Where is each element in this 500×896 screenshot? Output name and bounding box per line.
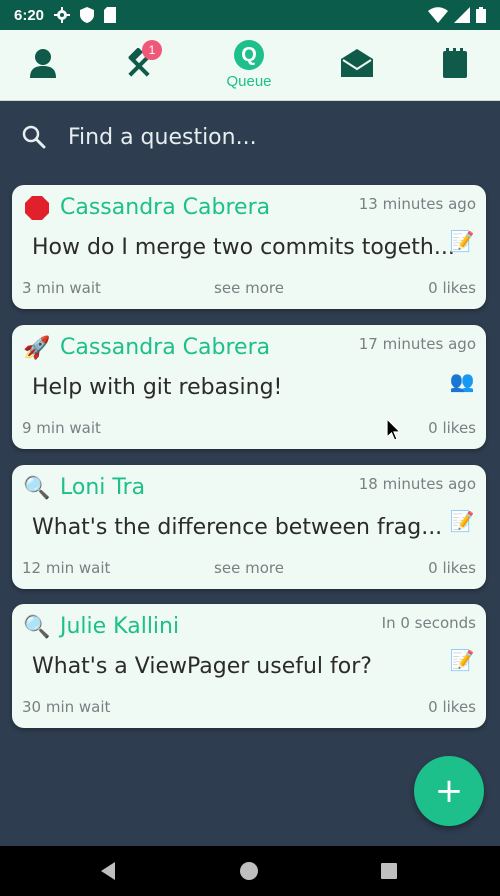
mouse-cursor-icon: [386, 417, 402, 446]
recents-square-icon: [381, 863, 397, 879]
tab-inbox[interactable]: [332, 30, 382, 100]
question-card[interactable]: 🚀 Cassandra Cabrera 17 minutes ago Help …: [12, 325, 486, 449]
cell-signal-icon: [454, 7, 470, 23]
shield-icon: [80, 7, 95, 23]
question-card[interactable]: 🔍 Julie Kallini In 0 seconds What's a Vi…: [12, 604, 486, 728]
queue-logo: Q: [234, 40, 264, 70]
likes-count: 0 likes: [428, 279, 476, 297]
see-more-link[interactable]: see more: [12, 279, 486, 297]
stop-sign-icon: [24, 195, 50, 221]
envelope-open-icon: [341, 49, 373, 81]
student-name: Cassandra Cabrera: [60, 195, 271, 220]
magnifier-icon: 🔍: [23, 475, 51, 501]
search-icon[interactable]: [22, 125, 46, 149]
question-time: 13 minutes ago: [358, 195, 476, 213]
back-triangle-icon: [101, 862, 115, 880]
question-text: How do I merge two commits togeth...: [32, 235, 455, 260]
memo-icon: 📝: [449, 509, 475, 533]
wait-time: 9 min wait: [22, 419, 101, 437]
tab-queue-label: Queue: [226, 73, 272, 90]
settings-gear-icon: [54, 7, 71, 23]
student-name: Loni Tra: [60, 475, 146, 500]
add-question-button[interactable]: +: [414, 756, 484, 826]
tab-bar: 1 Q Queue: [0, 30, 500, 101]
notepad-icon: [443, 48, 467, 82]
student-name: Julie Kallini: [60, 614, 180, 639]
student-name: Cassandra Cabrera: [60, 335, 271, 360]
see-more-link[interactable]: see more: [12, 559, 486, 577]
search-input[interactable]: [68, 124, 468, 150]
battery-icon: [476, 7, 486, 23]
memo-icon: 📝: [449, 229, 475, 253]
tab-profile[interactable]: [18, 30, 68, 100]
tab-tools[interactable]: 1: [112, 30, 168, 100]
home-button[interactable]: [224, 846, 274, 896]
sd-card-icon: [104, 7, 117, 23]
wait-time: 30 min wait: [22, 698, 111, 716]
likes-count: 0 likes: [428, 559, 476, 577]
system-nav-bar: [0, 846, 500, 896]
home-circle-icon: [240, 862, 258, 880]
people-icon: 👥: [449, 369, 475, 393]
question-text: Help with git rebasing!: [32, 375, 283, 400]
question-time: 17 minutes ago: [358, 335, 476, 353]
memo-icon: 📝: [449, 648, 475, 672]
person-icon: [29, 48, 57, 82]
notification-badge: 1: [142, 40, 162, 60]
status-time: 6:20: [14, 6, 45, 24]
question-text: What's a ViewPager useful for?: [32, 654, 372, 679]
magnifier-icon: 🔍: [23, 614, 51, 640]
back-button[interactable]: [84, 846, 134, 896]
search-bar: [0, 101, 500, 173]
question-time: 18 minutes ago: [358, 475, 476, 493]
question-card[interactable]: Cassandra Cabrera 13 minutes ago How do …: [12, 185, 486, 309]
tab-queue[interactable]: Q Queue: [214, 30, 284, 100]
question-text: What's the difference between frag...: [32, 515, 443, 540]
rocket-icon: 🚀: [23, 335, 51, 361]
question-time: In 0 seconds: [381, 614, 476, 632]
recents-button[interactable]: [364, 846, 414, 896]
likes-count: 0 likes: [428, 698, 476, 716]
tab-notes[interactable]: [430, 30, 480, 100]
likes-count: 0 likes: [428, 419, 476, 437]
wifi-icon: [428, 7, 448, 23]
question-card[interactable]: 🔍 Loni Tra 18 minutes ago What's the dif…: [12, 465, 486, 589]
status-bar: 6:20: [0, 0, 500, 30]
